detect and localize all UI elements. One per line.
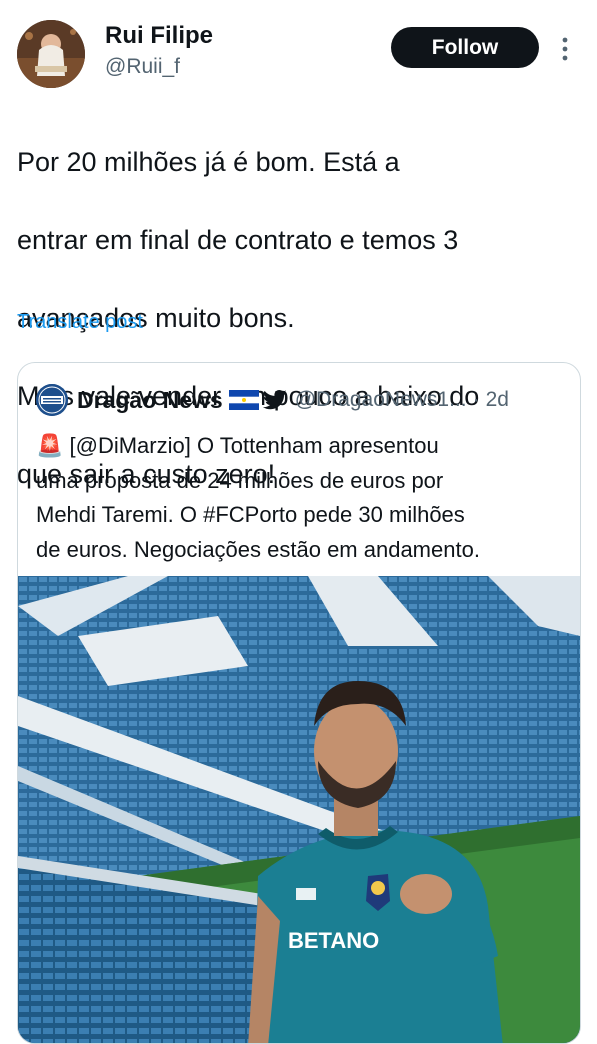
quoted-avatar-logo[interactable] bbox=[36, 384, 68, 416]
quoted-separator: · bbox=[472, 388, 480, 411]
quoted-media-image[interactable]: BETANO bbox=[18, 576, 580, 1043]
flag-icon bbox=[228, 390, 259, 410]
translate-post-link[interactable]: Translate post bbox=[17, 311, 143, 334]
quoted-post-header: Dragão News @DragaoNews1... · 2d bbox=[36, 383, 566, 417]
author-handle[interactable]: @Ruii_f bbox=[105, 55, 180, 79]
quoted-post[interactable]: Dragão News @DragaoNews1... · 2d 🚨 [@DiM… bbox=[17, 362, 581, 1044]
post-header: Rui Filipe @Ruii_f Follow bbox=[0, 0, 597, 100]
stadium-player-photo: BETANO bbox=[18, 576, 580, 1043]
dragao-news-logo-icon bbox=[36, 384, 68, 416]
post-text-line: Por 20 milhões já é bom. Está a bbox=[17, 147, 400, 177]
avatar[interactable] bbox=[17, 20, 85, 88]
quoted-time[interactable]: 2d bbox=[486, 388, 509, 412]
bird-icon bbox=[262, 390, 287, 410]
follow-button[interactable]: Follow bbox=[391, 27, 539, 68]
author-name[interactable]: Rui Filipe bbox=[105, 22, 213, 50]
quoted-author-name[interactable]: Dragão News bbox=[77, 387, 223, 414]
quoted-text-line: 🚨 [@DiMarzio] O Tottenham apresentou bbox=[36, 433, 439, 458]
quoted-text: 🚨 [@DiMarzio] O Tottenham apresentou uma… bbox=[36, 429, 566, 567]
jersey-sponsor-text: BETANO bbox=[288, 928, 379, 953]
post-text-line: entrar em final de contrato e temos 3 bbox=[17, 225, 459, 255]
quoted-author-handle[interactable]: @DragaoNews1... bbox=[295, 388, 467, 412]
avatar-image bbox=[17, 20, 85, 88]
quoted-text-line: uma proposta de 24 milhões de euros por bbox=[36, 467, 444, 493]
quoted-text-line: Mehdi Taremi. O #FCPorto pede 30 milhões bbox=[36, 502, 465, 527]
more-options-icon[interactable] bbox=[556, 36, 574, 62]
quoted-text-line: de euros. Negociações estão em andamento… bbox=[36, 536, 480, 562]
